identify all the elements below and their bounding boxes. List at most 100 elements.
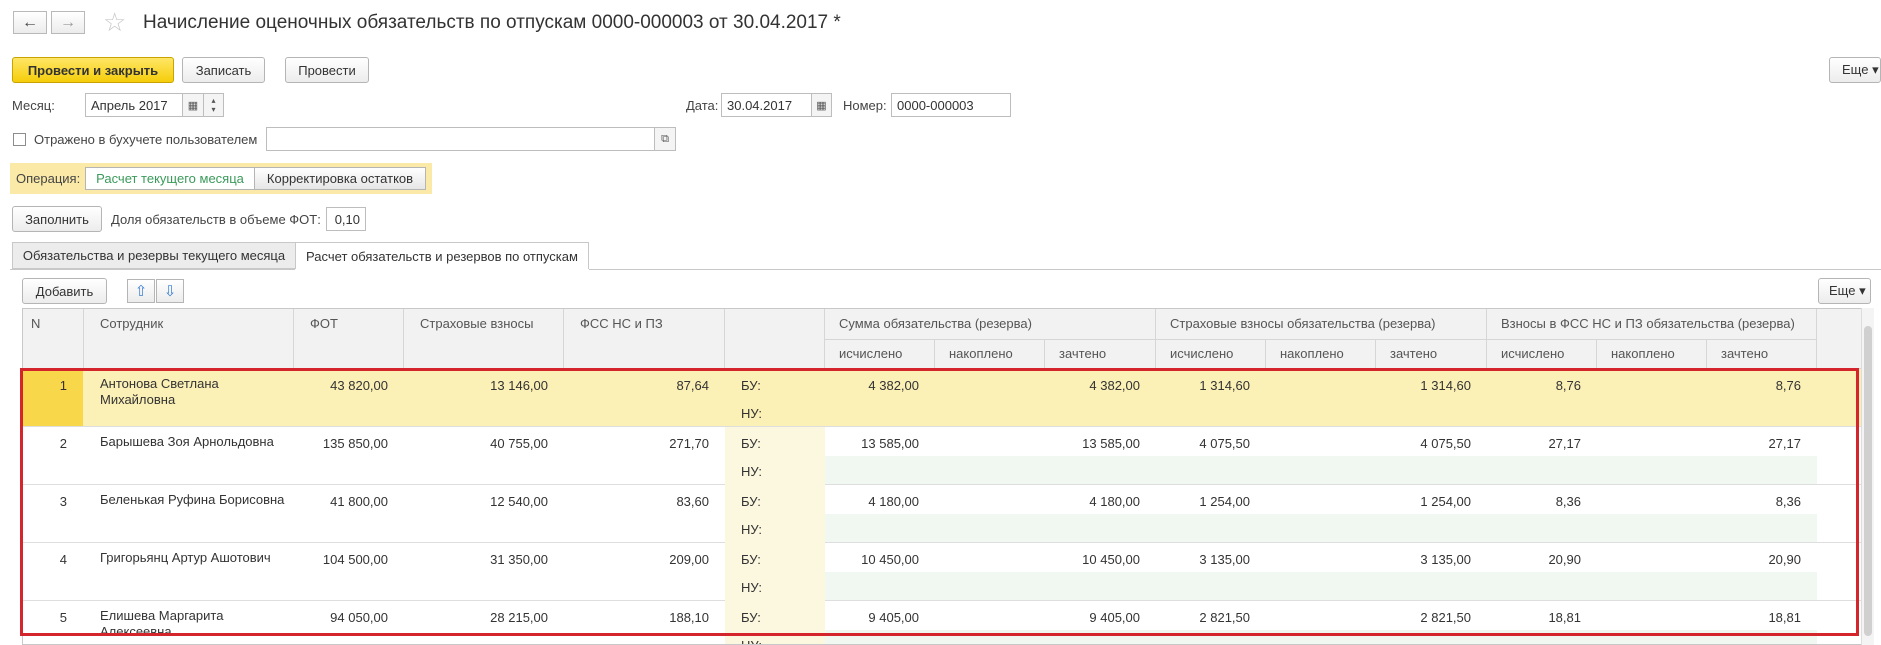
liability-offset: 4 382,00 — [1089, 378, 1140, 393]
operation-label: Операция: — [16, 171, 81, 186]
header-sub-calculated[interactable]: исчислено — [1487, 340, 1597, 369]
row-number: 5 — [59, 610, 67, 625]
insurance-calculated: 1 254,00 — [1199, 494, 1250, 509]
liability-offset: 13 585,00 — [1082, 436, 1140, 451]
header-sub-offset[interactable]: зачтено — [1707, 340, 1817, 369]
post-button[interactable]: Провести — [285, 57, 369, 83]
forward-arrow-icon: → — [60, 13, 76, 31]
bu-label: БУ: — [741, 552, 761, 567]
open-icon[interactable]: ⧉ — [654, 127, 676, 151]
insurance-offset: 3 135,00 — [1420, 552, 1471, 567]
header-group-fss: Взносы в ФСС НС и ПЗ обязательства (резе… — [1487, 309, 1817, 340]
fot-value: 104 500,00 — [322, 552, 388, 567]
reflected-checkbox[interactable] — [13, 133, 26, 146]
liability-offset: 9 405,00 — [1089, 610, 1140, 625]
fill-button[interactable]: Заполнить — [12, 206, 102, 232]
calendar-icon[interactable]: ▦ — [182, 93, 204, 117]
liability-offset: 10 450,00 — [1082, 552, 1140, 567]
month-label: Месяц: — [12, 98, 55, 113]
fss-value: 83,60 — [676, 494, 709, 509]
share-label: Доля обязательств в объеме ФОТ: — [111, 212, 321, 227]
table-row[interactable]: 3 Беленькая Руфина Борисовна 41 800,00 12 5… — [23, 485, 1871, 543]
header-sub-accumulated[interactable]: накоплено — [1266, 340, 1376, 369]
table-row[interactable]: 5 Елишева Маргарита Алексеевна 94 050,00 28… — [23, 601, 1871, 644]
date-input[interactable]: 30.04.2017 — [721, 93, 812, 117]
insurance-calculated: 2 821,50 — [1199, 610, 1250, 625]
move-down-button[interactable]: ⇩ — [156, 279, 184, 303]
more-button[interactable]: Еще ▾ — [1829, 57, 1881, 83]
liability-calculated: 9 405,00 — [868, 610, 919, 625]
fot-value: 94 050,00 — [330, 610, 388, 625]
table-row[interactable]: 4 Григорьянц Артур Ашотович 104 500,00 31 3… — [23, 543, 1871, 601]
stepper-up-icon[interactable]: ▴ — [211, 96, 215, 105]
save-button[interactable]: Записать — [182, 57, 265, 83]
insurance-offset: 1 314,60 — [1420, 378, 1471, 393]
header-sub-accumulated[interactable]: накоплено — [935, 340, 1045, 369]
tax-row-bg — [825, 456, 1817, 484]
insurance-value: 13 146,00 — [490, 378, 548, 393]
fss-calculated: 20,90 — [1548, 552, 1581, 567]
insurance-value: 12 540,00 — [490, 494, 548, 509]
reflected-label: Отражено в бухучете пользователем — [34, 132, 258, 147]
header-n[interactable]: N — [23, 309, 84, 369]
scroll-thumb[interactable] — [1864, 326, 1872, 636]
liability-calculated: 4 382,00 — [868, 378, 919, 393]
fss-offset: 8,76 — [1775, 378, 1801, 393]
liability-offset: 4 180,00 — [1089, 494, 1140, 509]
fss-calculated: 8,76 — [1555, 378, 1581, 393]
forward-button[interactable]: → — [51, 11, 85, 34]
bu-label: БУ: — [741, 436, 761, 451]
tax-row-bg — [825, 514, 1817, 542]
tab-vacation-calculation[interactable]: Расчет обязательств и резервов по отпуск… — [295, 242, 589, 270]
header-group-liability: Сумма обязательства (резерва) — [825, 309, 1156, 340]
nu-label: НУ: — [741, 638, 801, 644]
user-input[interactable] — [266, 127, 655, 151]
row-number: 1 — [59, 378, 67, 393]
date-calendar-icon[interactable]: ▦ — [811, 93, 832, 117]
header-sub-offset[interactable]: зачтено — [1376, 340, 1487, 369]
employee-name: Елишева Маргарита Алексеевна — [100, 608, 224, 639]
nu-label: НУ: — [741, 522, 762, 537]
arrow-up-icon: ⇧ — [134, 283, 148, 300]
share-input[interactable]: 0,10 — [326, 207, 366, 231]
header-sub-offset[interactable]: зачтено — [1045, 340, 1156, 369]
row-number: 4 — [59, 552, 67, 567]
fss-value: 188,10 — [669, 610, 709, 625]
table-more-button[interactable]: Еще ▾ — [1818, 278, 1871, 304]
back-button[interactable]: ← — [13, 11, 47, 34]
header-employee[interactable]: Сотрудник — [84, 309, 294, 369]
number-input[interactable]: 0000-000003 — [891, 93, 1011, 117]
header-fot[interactable]: ФОТ — [294, 309, 404, 369]
table-row[interactable]: 2 Барышева Зоя Арнольдовна 135 850,00 40 75… — [23, 427, 1871, 485]
favorite-star-icon[interactable]: ☆ — [103, 9, 126, 35]
employee-name: Барышева Зоя Арнольдовна — [100, 434, 274, 449]
arrow-down-icon: ⇩ — [163, 283, 177, 300]
fss-offset: 8,36 — [1775, 494, 1801, 509]
month-input[interactable]: Апрель 2017 — [85, 93, 183, 117]
header-sub-calculated[interactable]: исчислено — [825, 340, 935, 369]
fss-offset: 27,17 — [1768, 436, 1801, 451]
tab-current-month[interactable]: Обязательства и резервы текущего месяца — [12, 242, 296, 269]
insurance-offset: 2 821,50 — [1420, 610, 1471, 625]
fot-value: 43 820,00 — [330, 378, 388, 393]
post-and-close-button[interactable]: Провести и закрыть — [12, 57, 174, 83]
header-insurance[interactable]: Страховые взносы — [404, 309, 564, 369]
insurance-calculated: 3 135,00 — [1199, 552, 1250, 567]
operation-current-month[interactable]: Расчет текущего месяца — [85, 167, 255, 190]
bu-label: БУ: — [741, 610, 761, 625]
tax-row-bg — [825, 630, 1817, 644]
header-group-insurance: Страховые взносы обязательства (резерва) — [1156, 309, 1487, 340]
nu-label: НУ: — [741, 580, 762, 595]
stepper-down-icon[interactable]: ▾ — [211, 105, 215, 114]
header-sub-calculated[interactable]: исчислено — [1156, 340, 1266, 369]
insurance-offset: 4 075,50 — [1420, 436, 1471, 451]
table-scrollbar[interactable] — [1861, 308, 1874, 645]
operation-balance-correction[interactable]: Корректировка остатков — [254, 167, 426, 190]
month-stepper[interactable]: ▴ ▾ — [203, 93, 224, 117]
move-up-button[interactable]: ⇧ — [127, 279, 155, 303]
header-sub-accumulated[interactable]: накоплено — [1597, 340, 1707, 369]
header-fss[interactable]: ФСС НС и ПЗ — [564, 309, 725, 369]
table-row[interactable]: 1 Антонова Светлана Михайловна 43 820,00 13… — [23, 369, 1871, 427]
header-accounting — [725, 309, 825, 369]
add-button[interactable]: Добавить — [22, 278, 107, 304]
